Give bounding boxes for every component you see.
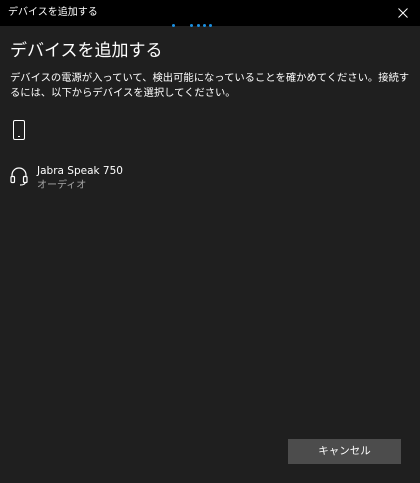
searching-progress-indicator (172, 24, 220, 28)
device-list-item[interactable]: Jabra Speak 750 オーディオ (0, 158, 420, 198)
device-name: Jabra Speak 750 (37, 165, 123, 177)
progress-dot (209, 24, 212, 27)
phone-icon (13, 120, 25, 140)
window-title: デバイスを追加する (8, 7, 98, 18)
instructions-text: デバイスの電源が入っていて、検出可能になっていることを確かめてください。接続する… (10, 72, 410, 99)
device-type: オーディオ (37, 180, 87, 191)
page-title: デバイスを追加する (10, 41, 163, 61)
add-device-window: デバイスを追加する デバイスを追加する デバイスの電源が入っていて、検出可能にな… (0, 0, 420, 483)
progress-dot (190, 24, 193, 27)
progress-dot (172, 24, 175, 27)
progress-dot (203, 24, 206, 27)
close-button[interactable] (386, 0, 420, 26)
cancel-button[interactable]: キャンセル (288, 439, 401, 464)
headset-icon (10, 167, 28, 186)
close-icon (398, 8, 408, 18)
progress-dot (197, 24, 200, 27)
title-bar: デバイスを追加する (0, 0, 420, 26)
